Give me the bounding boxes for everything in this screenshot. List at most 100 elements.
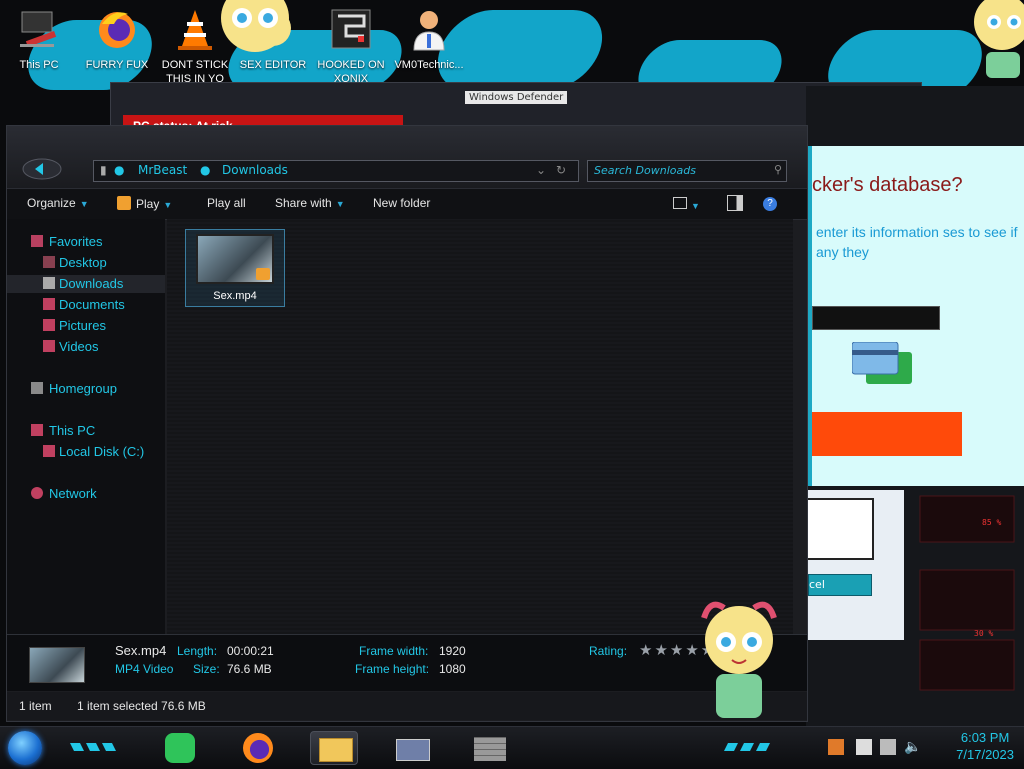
credit-card-icon xyxy=(852,342,912,384)
file-explorer-window[interactable]: ▮ ● MrBeast ● Downloads ⌄ ↻ ⚲ Organize▼ … xyxy=(6,125,808,722)
nav-item-network[interactable]: Network xyxy=(7,485,165,503)
size-label: Size: xyxy=(193,662,220,676)
documents-icon xyxy=(43,298,55,310)
dialog-window[interactable]: cel xyxy=(808,490,904,640)
share-with-label: Share with xyxy=(275,196,332,210)
scam-popup-window[interactable]: cker's database? enter its information s… xyxy=(808,146,1024,486)
taskbar-decor-icon xyxy=(70,743,116,751)
folder-icon: ▮ xyxy=(100,163,107,177)
cancel-button[interactable]: cel xyxy=(808,574,872,596)
cartoon-character-graphic xyxy=(701,601,777,718)
preview-pane-icon[interactable] xyxy=(727,195,743,214)
breadcrumb-separator-icon: ● xyxy=(114,163,125,177)
start-button[interactable] xyxy=(8,731,42,765)
desktop-icon-furry-fux[interactable]: FURRY FUX xyxy=(78,6,156,72)
frame-width-label: Frame width: xyxy=(359,644,429,658)
organize-button[interactable]: Organize ▼ xyxy=(27,196,89,210)
help-icon[interactable]: ? xyxy=(763,195,777,211)
desktop-icon-label: SEX EDITOR xyxy=(239,59,307,71)
play-label: Play xyxy=(136,197,160,211)
desktop-icon-hooked-on-xonix[interactable]: HOOKED ON XONIX xyxy=(312,6,390,86)
popup-subtext: enter its information ses to see if any … xyxy=(816,224,1018,260)
search-icon[interactable]: ⚲ xyxy=(774,163,782,176)
firefox-icon xyxy=(94,6,140,52)
volume-icon[interactable]: 🔈 xyxy=(904,739,921,755)
chevron-down-icon[interactable]: ⌄ xyxy=(536,163,546,177)
taskbar-firefox[interactable] xyxy=(234,731,282,765)
gauge-gadget: 85 % 30 % xyxy=(914,490,1024,730)
popup-input-field[interactable] xyxy=(812,306,940,330)
nav-label: Downloads xyxy=(59,276,124,291)
nav-item-desktop[interactable]: Desktop xyxy=(7,254,165,272)
computer-icon xyxy=(31,424,43,436)
play-button[interactable]: Play ▼ xyxy=(117,196,172,211)
breadcrumb-mrbeast[interactable]: MrBeast xyxy=(138,163,187,177)
play-icon xyxy=(117,196,131,210)
doctor-icon xyxy=(406,6,452,52)
nav-item-downloads[interactable]: Downloads xyxy=(7,275,165,293)
star-icon xyxy=(31,235,43,247)
desktop-icon-label: VM0Technic... xyxy=(394,59,464,71)
share-with-button[interactable]: Share with ▼ xyxy=(275,196,345,210)
details-pane: Sex.mp4 MP4 Video Length: 00:00:21 Size:… xyxy=(7,634,807,691)
nav-item-homegroup[interactable]: Homegroup xyxy=(7,380,165,398)
taskbar-brick-app[interactable] xyxy=(466,731,514,765)
frame-height-value: 1080 xyxy=(439,662,466,676)
popup-heading: cker's database? xyxy=(812,174,963,196)
file-item[interactable]: Sex.mp4 xyxy=(185,229,285,307)
clock-date: 7/17/2023 xyxy=(956,747,1014,762)
detail-file-name: Sex.mp4 xyxy=(115,643,167,658)
computer-icon xyxy=(16,6,62,52)
nav-item-this-pc[interactable]: This PC xyxy=(7,422,165,440)
cartoon-character-graphic xyxy=(221,0,289,52)
search-box[interactable]: ⚲ xyxy=(587,160,787,182)
view-options-icon[interactable]: ▼ xyxy=(673,197,700,212)
desktop-icon-vm0technic[interactable]: VM0Technic... xyxy=(390,6,468,72)
firefox-icon xyxy=(243,733,273,763)
organize-label: Organize xyxy=(27,196,76,210)
nav-label: Desktop xyxy=(59,255,107,270)
clock-time: 6:03 PM xyxy=(960,730,1010,745)
nav-item-documents[interactable]: Documents xyxy=(7,296,165,314)
selection-info: 1 item selected 76.6 MB xyxy=(77,699,206,713)
videos-icon xyxy=(43,340,55,352)
network-tray-icon[interactable] xyxy=(880,739,896,755)
nav-item-local-disk[interactable]: Local Disk (C:) xyxy=(7,443,165,461)
taskbar-notes-app[interactable] xyxy=(156,731,204,765)
taskbar-file-explorer[interactable] xyxy=(310,731,358,765)
tray-java-icon[interactable] xyxy=(828,739,844,755)
desktop-icon-this-pc[interactable]: This PC xyxy=(0,6,78,72)
nav-label: Network xyxy=(49,486,97,501)
nav-label: Pictures xyxy=(59,318,106,333)
refresh-icon[interactable]: ↻ xyxy=(556,163,566,177)
nav-label: Homegroup xyxy=(49,381,117,396)
file-list-area[interactable]: Sex.mp4 xyxy=(167,219,793,634)
taskbar-id-card-app[interactable] xyxy=(388,731,436,765)
new-folder-button[interactable]: New folder xyxy=(373,196,430,210)
nav-label: This PC xyxy=(49,423,96,438)
chevron-down-icon: ▼ xyxy=(79,199,89,209)
network-icon xyxy=(31,487,43,499)
desktop-icon-label: This PC xyxy=(19,59,59,71)
taskbar: 🔈 6:03 PM 7/17/2023 xyxy=(0,726,1024,769)
homegroup-icon xyxy=(31,382,43,394)
navigation-pane: Favorites Desktop Downloads Documents Pi… xyxy=(7,219,165,634)
nav-item-favorites[interactable]: Favorites xyxy=(7,233,165,251)
breadcrumb-downloads[interactable]: Downloads xyxy=(222,163,288,177)
back-forward-nav-icon[interactable] xyxy=(21,158,63,180)
system-clock[interactable]: 6:03 PM 7/17/2023 xyxy=(956,729,1014,763)
video-thumbnail xyxy=(196,234,274,284)
nav-item-videos[interactable]: Videos xyxy=(7,338,165,356)
notes-app-icon xyxy=(165,733,195,763)
popup-submit-button[interactable] xyxy=(812,412,962,456)
id-card-icon xyxy=(396,739,430,761)
nav-item-pictures[interactable]: Pictures xyxy=(7,317,165,335)
play-all-button[interactable]: Play all xyxy=(207,196,246,210)
search-input[interactable] xyxy=(594,163,764,178)
nav-label: Documents xyxy=(59,297,125,312)
address-bar[interactable]: ▮ ● MrBeast ● Downloads ⌄ ↻ xyxy=(93,160,579,182)
maze-icon xyxy=(328,6,374,52)
breadcrumb-separator-icon: ● xyxy=(200,163,211,177)
tray-flag-error-icon[interactable] xyxy=(856,739,872,755)
chevron-down-icon: ▼ xyxy=(163,200,173,210)
